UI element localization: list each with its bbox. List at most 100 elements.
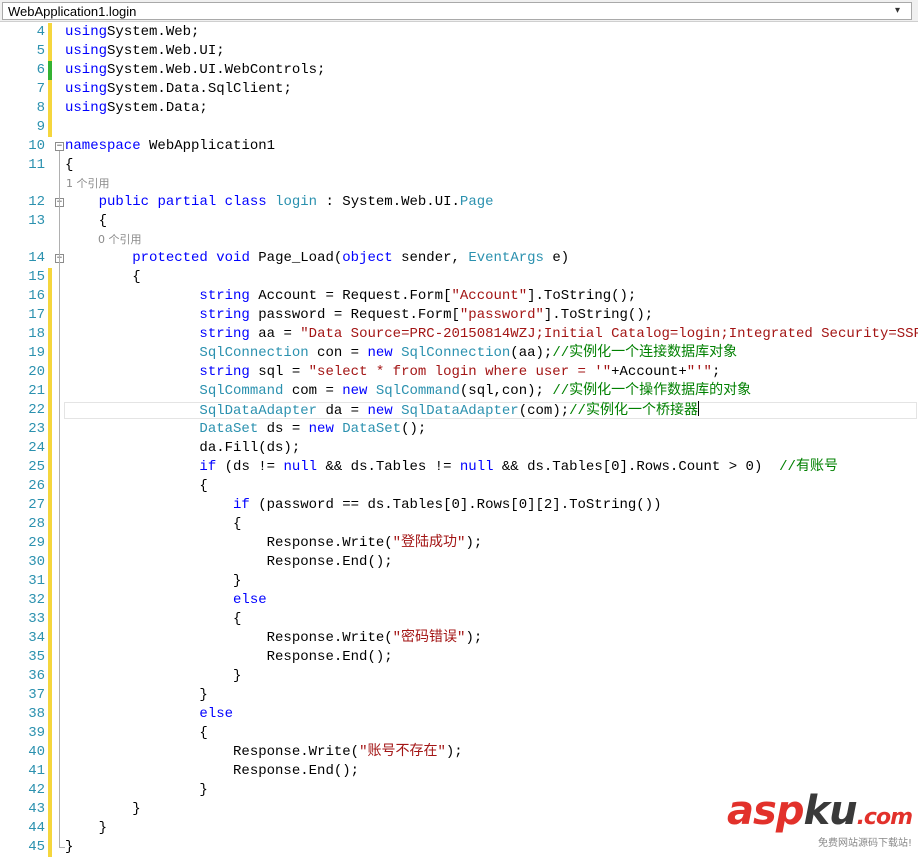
- code-line[interactable]: 28 {: [0, 515, 918, 534]
- code-text[interactable]: protected void Page_Load(object sender, …: [65, 249, 569, 268]
- code-text[interactable]: string Account = Request.Form["Account"]…: [65, 287, 636, 306]
- code-text[interactable]: Response.End();: [65, 648, 393, 667]
- code-line[interactable]: 40 Response.Write("账号不存在");: [0, 743, 918, 762]
- codelens-reference-count[interactable]: 0 个引用: [98, 232, 142, 247]
- code-line[interactable]: 21 SqlCommand com = new SqlCommand(sql,c…: [0, 382, 918, 401]
- watermark-brand-b: ku: [803, 788, 857, 834]
- code-token: Account = Request.Form[: [249, 288, 452, 304]
- code-line[interactable]: 41 Response.End();: [0, 762, 918, 781]
- code-text[interactable]: Response.Write("账号不存在");: [65, 743, 463, 762]
- code-text[interactable]: }: [65, 781, 207, 800]
- code-line[interactable]: 4 usingSystem.Web;: [0, 23, 918, 42]
- code-text[interactable]: usingSystem.Data;: [65, 99, 208, 118]
- code-token: //实例化一个操作数据库的对象: [552, 383, 752, 399]
- collapse-toggle-icon[interactable]: −: [55, 142, 64, 151]
- code-line[interactable]: 5 usingSystem.Web.UI;: [0, 42, 918, 61]
- code-line[interactable]: 29 Response.Write("登陆成功");: [0, 534, 918, 553]
- code-line[interactable]: 15 {: [0, 268, 918, 287]
- code-line[interactable]: 36 }: [0, 667, 918, 686]
- code-line[interactable]: 11 {: [0, 156, 918, 175]
- code-line[interactable]: 20 string sql = "select * from login whe…: [0, 363, 918, 382]
- code-text[interactable]: }: [65, 800, 140, 819]
- code-text[interactable]: }: [65, 819, 107, 838]
- code-text[interactable]: Response.End();: [65, 762, 359, 781]
- code-text[interactable]: {: [65, 212, 107, 231]
- code-line[interactable]: 13 {: [0, 212, 918, 231]
- code-line[interactable]: 14 protected void Page_Load(object sende…: [0, 249, 918, 268]
- code-text[interactable]: {: [65, 156, 73, 175]
- code-text[interactable]: {: [65, 477, 207, 496]
- fold-guide-end: [59, 847, 65, 848]
- code-line[interactable]: 25 if (ds != null && ds.Tables != null &…: [0, 458, 918, 477]
- code-text[interactable]: usingSystem.Web.UI.WebControls;: [65, 61, 325, 80]
- code-line[interactable]: 35 Response.End();: [0, 648, 918, 667]
- code-text[interactable]: if (ds != null && ds.Tables != null && d…: [65, 458, 838, 477]
- code-text[interactable]: da.Fill(ds);: [65, 439, 300, 458]
- code-text[interactable]: Response.End();: [65, 553, 393, 572]
- code-text[interactable]: string sql = "select * from login where …: [65, 363, 720, 382]
- line-number: 37: [28, 687, 45, 703]
- code-text[interactable]: {: [65, 724, 207, 743]
- code-line[interactable]: 10 namespace WebApplication1: [0, 137, 918, 156]
- code-line[interactable]: 39 {: [0, 724, 918, 743]
- code-line[interactable]: 19 SqlConnection con = new SqlConnection…: [0, 344, 918, 363]
- code-line[interactable]: 18 string aa = "Data Source=PRC-20150814…: [0, 325, 918, 344]
- code-text[interactable]: }: [65, 838, 73, 857]
- code-line[interactable]: 32 else: [0, 591, 918, 610]
- code-text[interactable]: public partial class login : System.Web.…: [65, 193, 494, 212]
- code-text[interactable]: string password = Request.Form["password…: [65, 306, 653, 325]
- code-line[interactable]: 24 da.Fill(ds);: [0, 439, 918, 458]
- code-line[interactable]: 12 public partial class login : System.W…: [0, 193, 918, 212]
- code-line[interactable]: 23 DataSet ds = new DataSet();: [0, 420, 918, 439]
- code-line[interactable]: 7 usingSystem.Data.SqlClient;: [0, 80, 918, 99]
- code-text[interactable]: if (password == ds.Tables[0].Rows[0][2].…: [65, 496, 661, 515]
- code-text[interactable]: namespace WebApplication1: [65, 137, 275, 156]
- code-text[interactable]: SqlConnection con = new SqlConnection(aa…: [65, 344, 737, 363]
- code-text[interactable]: {: [65, 268, 140, 287]
- codelens-reference-count[interactable]: 1 个引用: [66, 176, 110, 191]
- code-line[interactable]: 26 {: [0, 477, 918, 496]
- code-editor[interactable]: 4 usingSystem.Web; 5 usingSystem.Web.UI; 6 us…: [0, 22, 918, 857]
- code-text[interactable]: usingSystem.Web;: [65, 23, 199, 42]
- code-line[interactable]: 33 {: [0, 610, 918, 629]
- code-text[interactable]: }: [65, 572, 241, 591]
- code-text[interactable]: else: [65, 705, 233, 724]
- code-line[interactable]: 34 Response.Write("密码错误");: [0, 629, 918, 648]
- code-token: //有账号: [779, 459, 838, 475]
- code-line[interactable]: 27 if (password == ds.Tables[0].Rows[0][…: [0, 496, 918, 515]
- code-token: );: [465, 535, 483, 551]
- code-text[interactable]: {: [65, 515, 241, 534]
- code-token: "Data Source=PRC-20150814WZJ;Initial Cat…: [300, 326, 918, 342]
- code-text[interactable]: string aa = "Data Source=PRC-20150814WZJ…: [65, 325, 918, 344]
- code-line[interactable]: 9: [0, 118, 918, 137]
- code-line[interactable]: 6 usingSystem.Web.UI.WebControls;: [0, 61, 918, 80]
- line-number: 29: [28, 535, 45, 551]
- code-text[interactable]: SqlCommand com = new SqlCommand(sql,con)…: [65, 382, 751, 401]
- code-text[interactable]: {: [65, 610, 241, 629]
- code-text[interactable]: }: [65, 686, 207, 705]
- code-line[interactable]: 38 else: [0, 705, 918, 724]
- code-line[interactable]: 16 string Account = Request.Form["Accoun…: [0, 287, 918, 306]
- code-text[interactable]: SqlDataAdapter da = new SqlDataAdapter(c…: [65, 401, 699, 421]
- code-line[interactable]: 37 }: [0, 686, 918, 705]
- code-line[interactable]: 30 Response.End();: [0, 553, 918, 572]
- line-number: 26: [28, 478, 45, 494]
- code-token: using: [65, 43, 108, 59]
- code-line[interactable]: 31 }: [0, 572, 918, 591]
- code-line[interactable]: 17 string password = Request.Form["passw…: [0, 306, 918, 325]
- code-line[interactable]: 22 SqlDataAdapter da = new SqlDataAdapte…: [0, 401, 918, 420]
- code-line[interactable]: 8 usingSystem.Data;: [0, 99, 918, 118]
- code-text[interactable]: DataSet ds = new DataSet();: [65, 420, 426, 439]
- code-text[interactable]: usingSystem.Web.UI;: [65, 42, 225, 61]
- code-text[interactable]: Response.Write("密码错误");: [65, 629, 483, 648]
- code-text[interactable]: else: [65, 591, 267, 610]
- code-text[interactable]: Response.Write("登陆成功");: [65, 534, 483, 553]
- type-dropdown[interactable]: WebApplication1.login ▾: [2, 2, 912, 20]
- code-token: string: [199, 307, 250, 323]
- chevron-down-icon[interactable]: ▾: [895, 4, 905, 18]
- code-text[interactable]: usingSystem.Data.SqlClient;: [65, 80, 292, 99]
- code-text[interactable]: }: [65, 667, 241, 686]
